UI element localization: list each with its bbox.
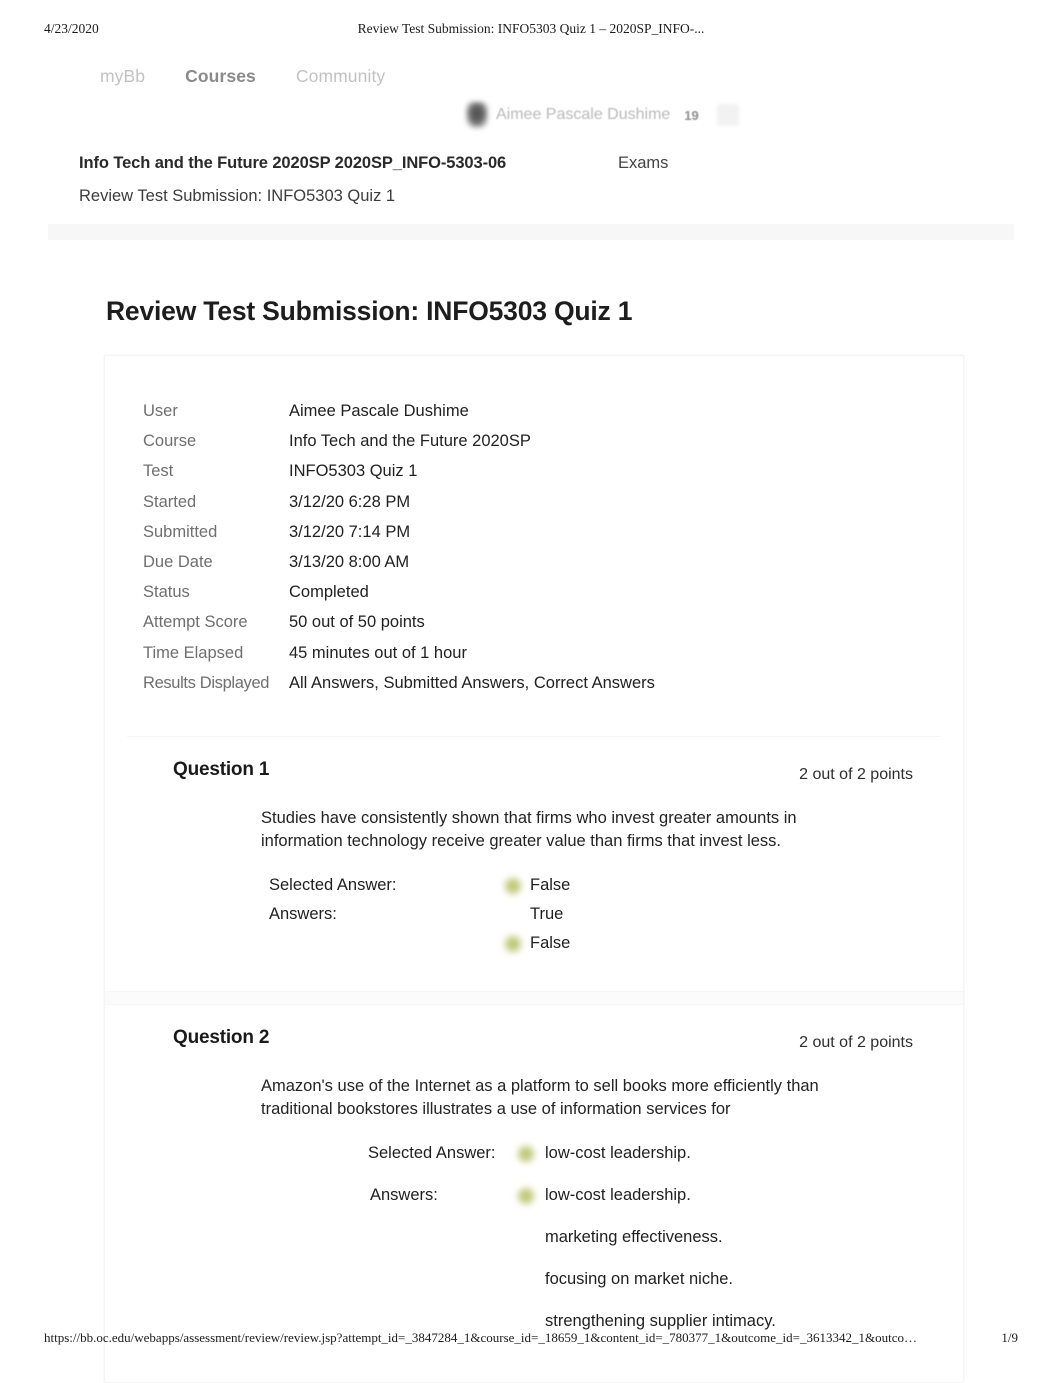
updates-icon[interactable] xyxy=(716,104,739,126)
test-review-card: User Aimee Pascale Dushime Course Info T… xyxy=(104,355,964,1383)
avatar xyxy=(466,102,488,128)
answer-option: True xyxy=(530,904,564,923)
user-menu[interactable]: Aimee Pascale Dushime 19 xyxy=(466,102,739,128)
print-document-title: Review Test Submission: INFO5303 Quiz 1 … xyxy=(357,21,705,36)
correct-marker-icon xyxy=(504,934,522,953)
info-label: Attempt Score xyxy=(143,613,248,632)
answers-row: marketing effectiveness. xyxy=(105,1228,963,1270)
nav-item-mybb[interactable]: myBb xyxy=(100,66,145,87)
nav-item-community[interactable]: Community xyxy=(296,66,385,87)
info-label: Test xyxy=(143,462,174,481)
info-label: Due Date xyxy=(143,552,213,571)
answers-row: focusing on market niche. xyxy=(105,1270,963,1312)
info-label: Time Elapsed xyxy=(143,643,244,662)
table-row: Test INFO5303 Quiz 1 xyxy=(143,462,963,492)
question-header: Question 1 2 out of 2 points xyxy=(105,757,963,791)
answers-block: Selected Answer: low-cost leadership. An… xyxy=(105,1144,963,1354)
info-value: Info Tech and the Future 2020SP xyxy=(289,432,531,451)
table-row: Time Elapsed 45 minutes out of 1 hour xyxy=(143,644,963,674)
info-value: INFO5303 Quiz 1 xyxy=(289,462,418,481)
status-badge: Completed xyxy=(289,583,369,602)
question-points: 2 out of 2 points xyxy=(799,765,913,783)
info-value: Aimee Pascale Dushime xyxy=(289,402,469,420)
answers-row: False xyxy=(105,934,963,963)
info-label: Submitted xyxy=(143,522,218,541)
selected-answer-value: False xyxy=(530,875,571,894)
question-header: Question 2 2 out of 2 points xyxy=(105,1025,963,1059)
info-value: 50 out of 50 points xyxy=(289,613,425,632)
global-nav: myBb Courses Community Aimee Pascale Dus… xyxy=(0,52,1062,128)
table-row: Due Date 3/13/20 8:00 AM xyxy=(143,553,963,583)
question-title: Question 1 xyxy=(173,758,270,780)
breadcrumb-toolbar xyxy=(48,224,1014,240)
info-value: All Answers, Submitted Answers, Correct … xyxy=(289,673,655,692)
breadcrumb-course-link[interactable]: Info Tech and the Future 2020SP 2020SP_I… xyxy=(79,154,506,173)
page-title: Review Test Submission: INFO5303 Quiz 1 xyxy=(106,295,633,326)
table-row: Course Info Tech and the Future 2020SP xyxy=(143,432,963,462)
info-value: 3/13/20 8:00 AM xyxy=(289,552,410,571)
print-footer-url: https://bb.oc.edu/webapps/assessment/rev… xyxy=(44,1330,917,1345)
breadcrumb-section-link[interactable]: Exams xyxy=(618,154,668,173)
answers-row: Answers: low-cost leadership. xyxy=(105,1186,963,1228)
table-row: Results Displayed All Answers, Submitted… xyxy=(143,674,963,704)
breadcrumb-current-item: Review Test Submission: INFO5303 Quiz 1 xyxy=(79,187,396,205)
global-nav-links: myBb Courses Community xyxy=(0,52,1062,100)
question-title: Question 2 xyxy=(173,1026,270,1048)
answer-option: False xyxy=(530,933,571,952)
selected-answer-row: Selected Answer: low-cost leadership. xyxy=(105,1144,963,1186)
correct-marker-icon xyxy=(504,876,522,895)
info-label: Results Displayed xyxy=(143,673,270,692)
selected-answer-label: Selected Answer: xyxy=(368,1143,496,1162)
table-row: User Aimee Pascale Dushime xyxy=(143,402,963,432)
selected-answer-label: Selected Answer: xyxy=(269,875,397,894)
question-text: Studies have consistently shown that fir… xyxy=(261,808,797,851)
info-value: 45 minutes out of 1 hour xyxy=(289,643,467,662)
answers-label: Answers: xyxy=(269,904,337,923)
notification-count-badge[interactable]: 19 xyxy=(684,108,698,123)
question-points: 2 out of 2 points xyxy=(799,1033,913,1051)
print-footer-page-number: 1/9 xyxy=(1001,1330,1018,1345)
nav-item-courses[interactable]: Courses xyxy=(185,66,256,87)
answers-label: Answers: xyxy=(370,1185,438,1204)
question-block: Question 1 2 out of 2 points Studies hav… xyxy=(105,737,963,991)
answer-option: strengthening supplier intimacy. xyxy=(545,1311,776,1330)
question-text: Amazon's use of the Internet as a platfo… xyxy=(261,1076,819,1119)
table-row: Status Completed xyxy=(143,583,963,613)
info-label: Course xyxy=(143,432,197,451)
breadcrumb-row-current: Review Test Submission: INFO5303 Quiz 1 xyxy=(0,182,1062,214)
question-block: Question 2 2 out of 2 points Amazon's us… xyxy=(105,1005,963,1382)
print-header: 4/23/2020 Review Test Submission: INFO53… xyxy=(0,0,1062,44)
info-label: Started xyxy=(143,492,197,511)
answer-option: low-cost leadership. xyxy=(545,1185,691,1204)
info-label: Status xyxy=(143,583,190,602)
answer-option: marketing effectiveness. xyxy=(545,1227,723,1246)
selected-answer-value: low-cost leadership. xyxy=(545,1143,691,1162)
table-row: Started 3/12/20 6:28 PM xyxy=(143,493,963,523)
breadcrumb: Info Tech and the Future 2020SP 2020SP_I… xyxy=(0,150,1062,214)
correct-marker-icon xyxy=(517,1186,535,1205)
selected-answer-row: Selected Answer: False xyxy=(105,876,963,905)
attempt-info-table: User Aimee Pascale Dushime Course Info T… xyxy=(105,356,963,720)
divider xyxy=(105,990,963,1005)
breadcrumb-row-course: Info Tech and the Future 2020SP 2020SP_I… xyxy=(0,150,1062,182)
info-value: 3/12/20 6:28 PM xyxy=(289,492,411,511)
answer-option: focusing on market niche. xyxy=(545,1269,734,1288)
print-footer: https://bb.oc.edu/webapps/assessment/rev… xyxy=(0,1330,1062,1356)
table-row: Attempt Score 50 out of 50 points xyxy=(143,613,963,643)
answers-row: Answers: True xyxy=(105,905,963,934)
answers-block: Selected Answer: False Answers: True Fal… xyxy=(105,876,963,963)
user-name: Aimee Pascale Dushime xyxy=(496,106,671,123)
table-row: Submitted 3/12/20 7:14 PM xyxy=(143,523,963,553)
info-label: User xyxy=(143,402,178,420)
info-value: 3/12/20 7:14 PM xyxy=(289,522,411,541)
correct-marker-icon xyxy=(517,1144,535,1163)
